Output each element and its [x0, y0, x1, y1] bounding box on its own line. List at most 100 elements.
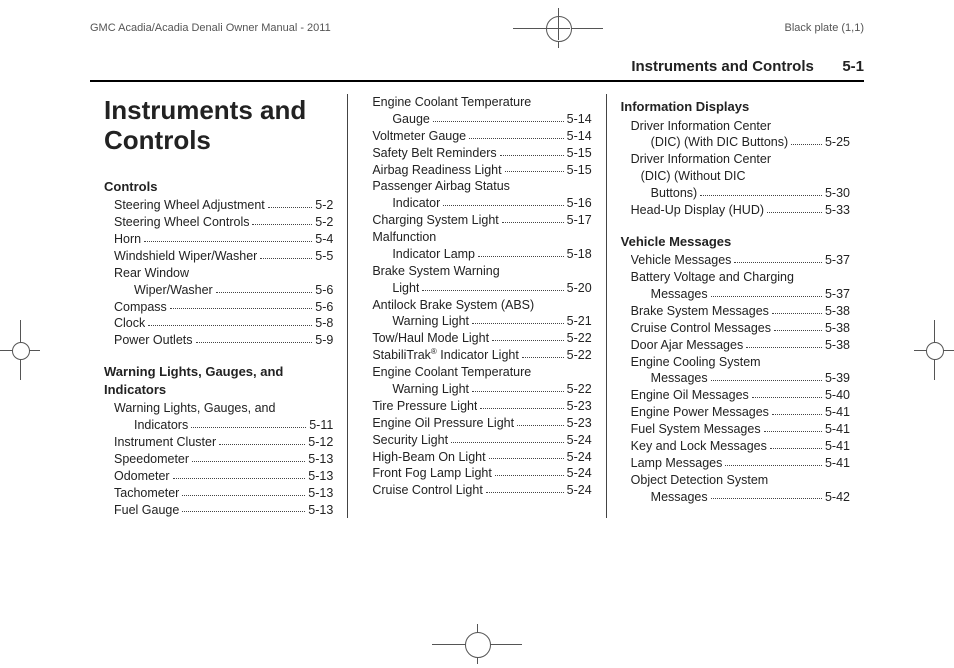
toc-leader-dots: [752, 396, 822, 398]
toc-entry: Object Detection System Messages 5-42: [621, 472, 850, 506]
toc-page-ref: 5-14: [567, 111, 592, 128]
toc-entry: Charging System Light 5-17: [362, 212, 591, 229]
toc-page-ref: 5-13: [308, 451, 333, 468]
toc-label: Engine Coolant Temperature: [372, 94, 591, 111]
toc-leader-dots: [451, 441, 564, 443]
toc-label: Rear Window: [114, 265, 333, 282]
toc-entry: Warning Lights, Gauges, and Indicators 5…: [104, 400, 333, 434]
registration-mark-left: [0, 320, 40, 380]
toc-label: Airbag Readiness Light: [372, 162, 501, 179]
toc-page-ref: 5-33: [825, 202, 850, 219]
toc-entry: Security Light 5-24: [362, 432, 591, 449]
toc-entry: Lamp Messages 5-41: [621, 455, 850, 472]
toc-entry: Head-Up Display (HUD) 5-33: [621, 202, 850, 219]
toc-label: Odometer: [114, 468, 170, 485]
toc-leader-dots: [252, 223, 312, 225]
toc-leader-dots: [260, 257, 312, 259]
running-head-page: 5-1: [842, 58, 864, 75]
toc-label: Engine Cooling System: [631, 354, 850, 371]
toc-page-ref: 5-40: [825, 387, 850, 404]
toc-section-heading: Controls: [104, 178, 333, 196]
toc-label: Door Ajar Messages: [631, 337, 744, 354]
page-content: Instruments and Controls 5-1 Instruments…: [90, 58, 864, 518]
toc-entry: StabiliTrak® Indicator Light 5-22: [362, 347, 591, 364]
toc-label: Windshield Wiper/Washer: [114, 248, 257, 265]
toc-label: Fuel System Messages: [631, 421, 761, 438]
toc-page-ref: 5-13: [308, 502, 333, 519]
toc-page-ref: 5-24: [567, 482, 592, 499]
toc-label: Horn: [114, 231, 141, 248]
toc-entry: Tachometer 5-13: [104, 485, 333, 502]
toc-page-ref: 5-38: [825, 337, 850, 354]
toc-entry: Clock 5-8: [104, 315, 333, 332]
toc-entry: Battery Voltage and Charging Messages 5-…: [621, 269, 850, 303]
registration-mark-top: [513, 8, 603, 48]
toc-label: Lamp Messages: [631, 455, 723, 472]
toc-column-1: Instruments and Controls Controls Steeri…: [90, 94, 347, 518]
toc-leader-dots: [492, 339, 564, 341]
chapter-title: Instruments and Controls: [104, 96, 333, 156]
toc-leader-dots: [480, 407, 563, 409]
toc-label: StabiliTrak® Indicator Light: [372, 347, 519, 364]
toc-entry: Steering Wheel Controls 5-2: [104, 214, 333, 231]
toc-leader-dots: [734, 261, 822, 263]
toc-label: Indicators: [134, 417, 188, 434]
toc-leader-dots: [192, 460, 305, 462]
toc-label: Driver Information Center: [631, 118, 850, 135]
toc-label: Object Detection System: [631, 472, 850, 489]
toc-leader-dots: [772, 312, 822, 314]
toc-entry: Steering Wheel Adjustment 5-2: [104, 197, 333, 214]
toc-label: Brake System Messages: [631, 303, 769, 320]
toc-leader-dots: [495, 474, 564, 476]
toc-entry: Airbag Readiness Light 5-15: [362, 162, 591, 179]
registration-mark-bottom: [432, 624, 522, 664]
toc-columns: Instruments and Controls Controls Steeri…: [90, 94, 864, 518]
toc-entry: Engine Power Messages 5-41: [621, 404, 850, 421]
toc-label: Tachometer: [114, 485, 179, 502]
toc-page-ref: 5-41: [825, 455, 850, 472]
toc-leader-dots: [505, 170, 564, 172]
toc-label: Cruise Control Messages: [631, 320, 771, 337]
toc-label: Speedometer: [114, 451, 189, 468]
printer-header: GMC Acadia/Acadia Denali Owner Manual - …: [0, 0, 954, 52]
toc-label: Indicator: [392, 195, 440, 212]
toc-entry: Key and Lock Messages 5-41: [621, 438, 850, 455]
toc-page-ref: 5-5: [315, 248, 333, 265]
toc-label: Wiper/Washer: [134, 282, 213, 299]
toc-entry: Brake System Messages 5-38: [621, 303, 850, 320]
toc-label: Buttons): [651, 185, 698, 202]
toc-page-ref: 5-23: [567, 398, 592, 415]
toc-page-ref: 5-14: [567, 128, 592, 145]
toc-column-2: Engine Coolant Temperature Gauge 5-14 Vo…: [347, 94, 605, 518]
toc-section-heading: Vehicle Messages: [621, 233, 850, 251]
toc-leader-dots: [443, 204, 563, 206]
toc-page-ref: 5-25: [825, 134, 850, 151]
toc-entry: Fuel Gauge 5-13: [104, 502, 333, 519]
toc-page-ref: 5-4: [315, 231, 333, 248]
toc-leader-dots: [422, 289, 563, 291]
toc-entry: Fuel System Messages 5-41: [621, 421, 850, 438]
toc-page-ref: 5-9: [315, 332, 333, 349]
toc-page-ref: 5-8: [315, 315, 333, 332]
toc-page-ref: 5-23: [567, 415, 592, 432]
toc-entry: Engine Oil Messages 5-40: [621, 387, 850, 404]
toc-page-ref: 5-37: [825, 286, 850, 303]
toc-leader-dots: [502, 221, 564, 223]
toc-page-ref: 5-38: [825, 320, 850, 337]
toc-page-ref: 5-41: [825, 438, 850, 455]
toc-leader-dots: [486, 491, 564, 493]
toc-label: Engine Oil Messages: [631, 387, 749, 404]
toc-label: (DIC) (Without DIC: [631, 168, 850, 185]
toc-label: Passenger Airbag Status: [372, 178, 591, 195]
toc-label: Instrument Cluster: [114, 434, 216, 451]
toc-page-ref: 5-2: [315, 197, 333, 214]
toc-label: Voltmeter Gauge: [372, 128, 466, 145]
toc-entry: Power Outlets 5-9: [104, 332, 333, 349]
toc-page-ref: 5-2: [315, 214, 333, 231]
toc-label: Safety Belt Reminders: [372, 145, 496, 162]
toc-leader-dots: [500, 154, 564, 156]
toc-label: Warning Light: [392, 313, 469, 330]
toc-page-ref: 5-30: [825, 185, 850, 202]
toc-page-ref: 5-17: [567, 212, 592, 229]
toc-leader-dots: [764, 430, 822, 432]
